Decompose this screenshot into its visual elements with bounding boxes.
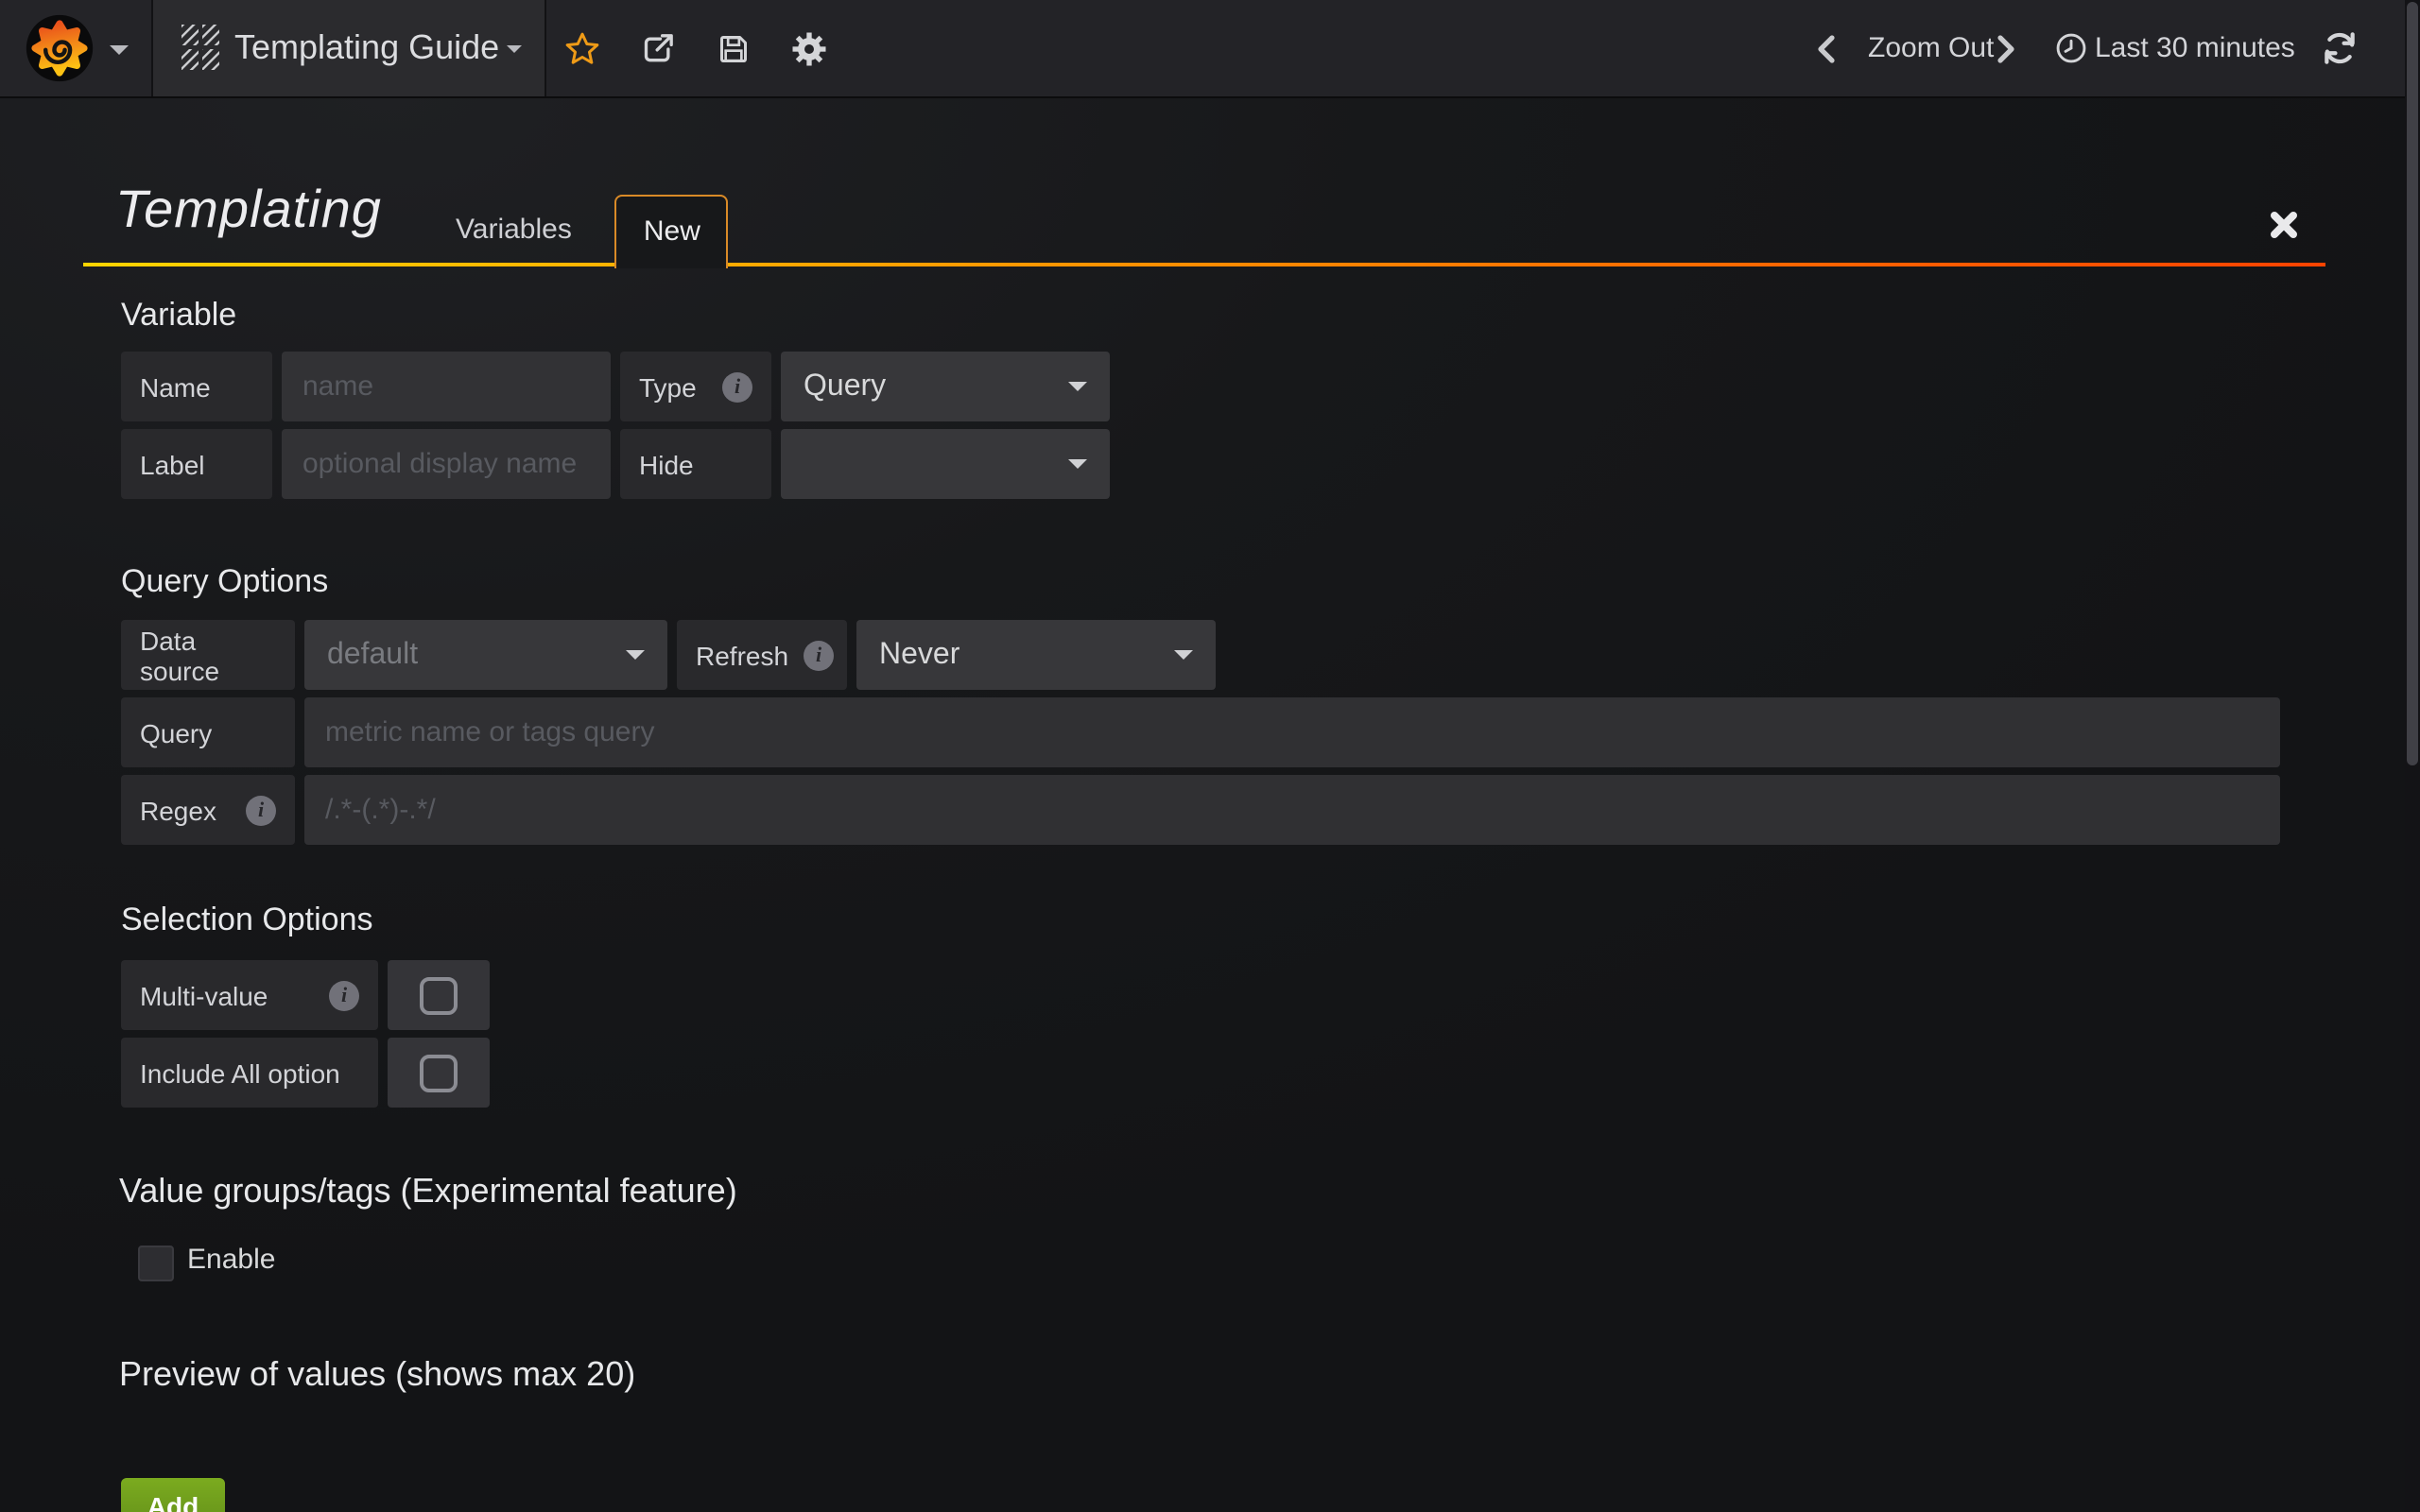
datasource-select[interactable]: default: [304, 620, 667, 690]
regex-label-text: Regex: [140, 795, 216, 825]
info-icon: i: [246, 795, 276, 825]
save-button[interactable]: [711, 0, 756, 96]
star-icon: [563, 29, 601, 67]
type-label-text: Type: [639, 371, 697, 402]
settings-button[interactable]: [786, 0, 832, 96]
refresh-label-text: Refresh: [696, 640, 788, 670]
datasource-select-value: default: [327, 638, 418, 672]
refresh-select-value: Never: [879, 638, 959, 672]
refresh-label: Refresh i: [677, 620, 847, 690]
label-input[interactable]: [282, 429, 611, 499]
favorite-star-button[interactable]: [560, 0, 605, 96]
time-shift-forward-button[interactable]: [1996, 0, 2017, 96]
include-all-row: Include All option: [121, 1038, 499, 1108]
name-label: Name: [121, 352, 272, 421]
chevron-right-icon: [1996, 33, 2017, 63]
close-button[interactable]: [2267, 208, 2301, 242]
info-icon: i: [804, 640, 834, 670]
query-label: Query: [121, 697, 295, 767]
time-range-picker[interactable]: Last 30 minutes: [2055, 0, 2295, 96]
multi-value-label: Multi-value i: [121, 960, 378, 1030]
clock-icon: [2055, 32, 2087, 64]
chevron-down-icon: [507, 45, 522, 53]
gear-icon: [790, 29, 828, 67]
regex-input[interactable]: [304, 775, 2280, 845]
multi-value-label-text: Multi-value: [140, 980, 268, 1010]
dashboard-picker[interactable]: Templating Guide: [153, 0, 546, 96]
multi-value-row: Multi-value i: [121, 960, 499, 1030]
time-shift-back-button[interactable]: [1815, 0, 1836, 96]
enable-checkbox[interactable]: [138, 1246, 174, 1281]
selection-options-heading: Selection Options: [121, 902, 373, 939]
type-select-value: Query: [804, 369, 886, 404]
tabs-underline: [83, 263, 2325, 266]
page-title: Templating: [115, 180, 382, 240]
datasource-row: Data source default Refresh i Never: [121, 620, 1225, 690]
dashboard-title: Templating Guide: [234, 0, 499, 96]
query-row: Query: [121, 697, 2290, 767]
datasource-label: Data source: [121, 620, 295, 690]
regex-row: Regex i: [121, 775, 2290, 845]
scrollbar-thumb[interactable]: [2407, 2, 2418, 765]
tab-new[interactable]: New: [615, 195, 729, 268]
chevron-down-icon: [626, 650, 645, 660]
grafana-logo-icon: [25, 13, 95, 83]
variable-label-row: Label Hide: [121, 429, 1119, 499]
share-button[interactable]: [635, 0, 681, 96]
info-icon: i: [329, 980, 359, 1010]
checkbox-icon: [420, 1054, 458, 1091]
query-input[interactable]: [304, 697, 2280, 767]
grafana-logo-menu[interactable]: [0, 0, 153, 96]
share-icon: [639, 29, 677, 67]
refresh-icon: [2320, 28, 2360, 68]
time-range-label: Last 30 minutes: [2095, 32, 2295, 64]
include-all-checkbox[interactable]: [388, 1038, 490, 1108]
close-icon: [2267, 208, 2301, 242]
hide-select[interactable]: [781, 429, 1110, 499]
hide-label: Hide: [620, 429, 771, 499]
refresh-select[interactable]: Never: [856, 620, 1216, 690]
grafana-app: Templating Guide: [0, 0, 2420, 1512]
refresh-button[interactable]: [2320, 0, 2360, 96]
chevron-down-icon: [110, 45, 129, 55]
navbar: Templating Guide: [0, 0, 2405, 98]
add-button[interactable]: Add: [121, 1478, 225, 1512]
chevron-down-icon: [1174, 650, 1193, 660]
value-groups-heading: Value groups/tags (Experimental feature): [119, 1172, 737, 1211]
preview-heading: Preview of values (shows max 20): [119, 1355, 635, 1395]
scrollbar-track[interactable]: [2405, 0, 2420, 1512]
chevron-down-icon: [1068, 382, 1087, 391]
save-floppy-icon: [715, 29, 752, 67]
query-options-heading: Query Options: [121, 563, 328, 601]
dashboard-squares-icon: [182, 25, 219, 72]
zoom-out-button[interactable]: Zoom Out: [1868, 0, 1994, 96]
variable-section-heading: Variable: [121, 297, 236, 335]
variable-name-row: Name Type i Query: [121, 352, 1119, 421]
multi-value-checkbox[interactable]: [388, 960, 490, 1030]
name-input[interactable]: [282, 352, 611, 421]
chevron-left-icon: [1815, 33, 1836, 63]
info-icon: i: [722, 371, 752, 402]
tabs: Variables New: [429, 195, 729, 266]
include-all-label: Include All option: [121, 1038, 378, 1108]
regex-label: Regex i: [121, 775, 295, 845]
zoom-out-label: Zoom Out: [1868, 32, 1994, 64]
tab-variables[interactable]: Variables: [429, 195, 598, 265]
type-label: Type i: [620, 352, 771, 421]
enable-label[interactable]: Enable: [187, 1236, 275, 1285]
label-label: Label: [121, 429, 272, 499]
chevron-down-icon: [1068, 459, 1087, 469]
type-select[interactable]: Query: [781, 352, 1110, 421]
checkbox-icon: [420, 976, 458, 1014]
